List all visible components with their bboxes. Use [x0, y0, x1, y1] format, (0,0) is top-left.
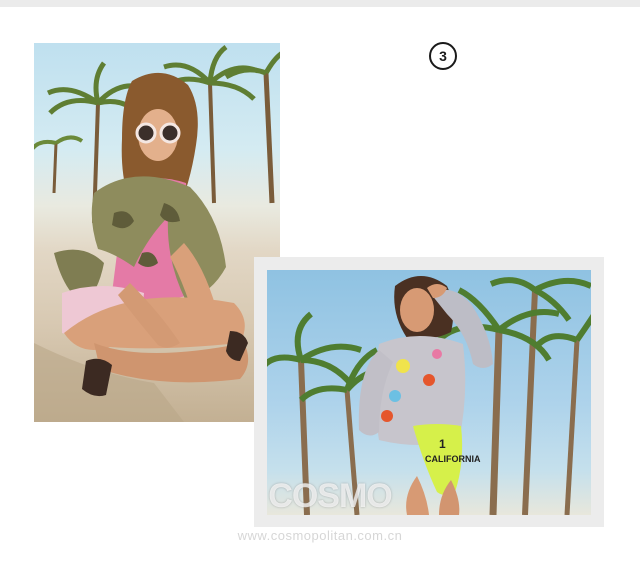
shirt-text: CALIFORNIA — [425, 454, 481, 464]
cosmo-watermark-logo: COSMO — [268, 476, 392, 515]
cosmo-watermark-url: www.cosmopolitan.com.cn — [237, 528, 403, 543]
beach-photo-seated-woman — [34, 43, 280, 422]
top-divider-bar — [0, 0, 640, 7]
item-number-badge: 3 — [429, 42, 457, 70]
shirt-number: 1 — [439, 437, 446, 451]
beach-photo-seated-woman-art — [34, 44, 280, 422]
